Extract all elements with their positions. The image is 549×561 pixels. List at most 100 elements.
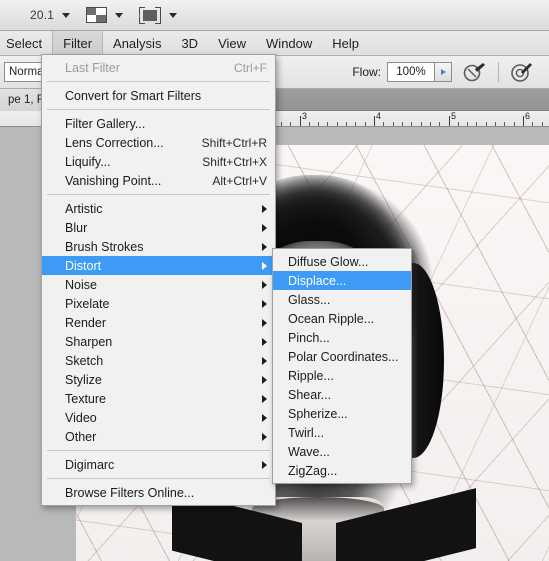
menu-separator bbox=[47, 81, 270, 82]
chevron-down-icon-screenmode[interactable] bbox=[169, 12, 178, 18]
flow-stepper-button[interactable] bbox=[435, 62, 452, 82]
menu-item-label: Filter Gallery... bbox=[65, 116, 146, 131]
ruler-tick bbox=[542, 122, 543, 126]
ruler-tick bbox=[281, 122, 282, 126]
distort-submenu-item-zigzag[interactable]: ZigZag... bbox=[273, 461, 411, 480]
ruler-tick bbox=[309, 122, 310, 126]
chevron-right-icon bbox=[262, 460, 267, 469]
menu-item-label: Pinch... bbox=[288, 330, 330, 345]
ruler-tick bbox=[355, 122, 356, 126]
pressure-target-icon[interactable] bbox=[509, 60, 535, 84]
menu-item-label: Glass... bbox=[288, 292, 331, 307]
menu-bar-item-view[interactable]: View bbox=[208, 31, 256, 55]
menu-separator bbox=[47, 109, 270, 110]
menu-item-label: Diffuse Glow... bbox=[288, 254, 369, 269]
filter-menu-item-convert-for-smart-filters[interactable]: Convert for Smart Filters bbox=[42, 86, 275, 105]
ruler-tick bbox=[318, 122, 319, 126]
filter-menu-item-digimarc[interactable]: Digimarc bbox=[42, 455, 275, 474]
filter-menu-item-video[interactable]: Video bbox=[42, 408, 275, 427]
menu-bar-item-analysis[interactable]: Analysis bbox=[103, 31, 171, 55]
toolbar-divider bbox=[498, 62, 499, 82]
menu-item-label: Distort bbox=[65, 258, 102, 273]
menu-item-label: Brush Strokes bbox=[65, 239, 144, 254]
ruler-tick bbox=[514, 122, 515, 126]
chevron-right-icon bbox=[262, 337, 267, 346]
filter-menu-item-distort[interactable]: Distort bbox=[42, 256, 275, 275]
filter-menu-item-render[interactable]: Render bbox=[42, 313, 275, 332]
filter-menu-item-artistic[interactable]: Artistic bbox=[42, 199, 275, 218]
filter-menu-item-brush-strokes[interactable]: Brush Strokes bbox=[42, 237, 275, 256]
menu-item-label: Texture bbox=[65, 391, 106, 406]
application-options-bar: 20.1 bbox=[0, 0, 549, 31]
distort-submenu-item-ripple[interactable]: Ripple... bbox=[273, 366, 411, 385]
distort-submenu-item-wave[interactable]: Wave... bbox=[273, 442, 411, 461]
menu-item-label: Shear... bbox=[288, 387, 332, 402]
flow-input[interactable]: 100% bbox=[387, 62, 435, 82]
menu-item-label: Twirl... bbox=[288, 425, 325, 440]
distort-submenu-item-shear[interactable]: Shear... bbox=[273, 385, 411, 404]
menu-item-label: Wave... bbox=[288, 444, 330, 459]
chevron-right-icon bbox=[262, 432, 267, 441]
menu-bar-item-3d[interactable]: 3D bbox=[171, 31, 208, 55]
menu-bar-item-select[interactable]: Select bbox=[0, 31, 52, 55]
zoom-level-value[interactable]: 20.1 bbox=[30, 8, 54, 22]
menu-item-label: Lens Correction... bbox=[65, 135, 164, 150]
ruler-tick bbox=[430, 122, 431, 126]
filter-menu-item-stylize[interactable]: Stylize bbox=[42, 370, 275, 389]
chevron-right-icon bbox=[262, 375, 267, 384]
menu-separator bbox=[47, 478, 270, 479]
menu-item-label: Stylize bbox=[65, 372, 102, 387]
chevron-right-icon bbox=[262, 242, 267, 251]
menu-bar-item-help[interactable]: Help bbox=[322, 31, 369, 55]
filter-menu-item-noise[interactable]: Noise bbox=[42, 275, 275, 294]
chevron-down-icon-layout[interactable] bbox=[115, 12, 124, 18]
menu-item-shortcut: Ctrl+F bbox=[234, 60, 267, 75]
screen-mode-button[interactable] bbox=[139, 6, 178, 24]
filter-menu-item-liquify[interactable]: Liquify... Shift+Ctrl+X bbox=[42, 152, 275, 171]
filter-menu-item-vanishing-point[interactable]: Vanishing Point... Alt+Ctrl+V bbox=[42, 171, 275, 190]
screen-layout-button[interactable] bbox=[86, 7, 124, 23]
distort-submenu-item-twirl[interactable]: Twirl... bbox=[273, 423, 411, 442]
distort-submenu-item-diffuse-glow[interactable]: Diffuse Glow... bbox=[273, 252, 411, 271]
menu-item-label: Ocean Ripple... bbox=[288, 311, 375, 326]
ruler-tick bbox=[523, 116, 524, 126]
filter-menu-item-blur[interactable]: Blur bbox=[42, 218, 275, 237]
distort-submenu-item-glass[interactable]: Glass... bbox=[273, 290, 411, 309]
menu-bar-item-window[interactable]: Window bbox=[256, 31, 322, 55]
ruler-tick bbox=[411, 122, 412, 126]
distort-submenu-item-spherize[interactable]: Spherize... bbox=[273, 404, 411, 423]
airbrush-icon[interactable] bbox=[462, 60, 488, 84]
distort-submenu-item-ocean-ripple[interactable]: Ocean Ripple... bbox=[273, 309, 411, 328]
distort-submenu-item-pinch[interactable]: Pinch... bbox=[273, 328, 411, 347]
menu-item-label: Vanishing Point... bbox=[65, 173, 162, 188]
filter-menu-item-texture[interactable]: Texture bbox=[42, 389, 275, 408]
ruler-tick bbox=[327, 122, 328, 126]
ruler-tick bbox=[337, 122, 338, 126]
ruler-tick bbox=[476, 122, 477, 126]
distort-submenu-item-displace[interactable]: Displace... bbox=[273, 271, 411, 290]
ruler-tick bbox=[421, 122, 422, 126]
filter-menu-item-pixelate[interactable]: Pixelate bbox=[42, 294, 275, 313]
chevron-down-icon-zoom[interactable] bbox=[62, 12, 71, 18]
menu-bar: Select Filter Analysis 3D View Window Help bbox=[0, 31, 549, 56]
menu-bar-item-filter[interactable]: Filter bbox=[52, 31, 104, 55]
filter-menu-item-filter-gallery[interactable]: Filter Gallery... bbox=[42, 114, 275, 133]
menu-item-label: Displace... bbox=[288, 273, 347, 288]
distort-submenu-item-polar-coordinates[interactable]: Polar Coordinates... bbox=[273, 347, 411, 366]
menu-item-shortcut: Shift+Ctrl+X bbox=[202, 154, 267, 169]
menu-item-label: Pixelate bbox=[65, 296, 110, 311]
filter-menu-item-browse-filters-online[interactable]: Browse Filters Online... bbox=[42, 483, 275, 502]
filter-menu-item-last-filter: Last Filter Ctrl+F bbox=[42, 58, 275, 77]
ruler-tick bbox=[458, 122, 459, 126]
filter-menu-item-other[interactable]: Other bbox=[42, 427, 275, 446]
menu-item-shortcut: Shift+Ctrl+R bbox=[201, 135, 267, 150]
menu-item-label: Last Filter bbox=[65, 60, 120, 75]
ruler-tick bbox=[504, 122, 505, 126]
ruler-tick bbox=[402, 122, 403, 126]
filter-menu-item-sharpen[interactable]: Sharpen bbox=[42, 332, 275, 351]
ruler-tick bbox=[393, 122, 394, 126]
chevron-right-icon bbox=[262, 280, 267, 289]
filter-menu-item-sketch[interactable]: Sketch bbox=[42, 351, 275, 370]
filter-menu-item-lens-correction[interactable]: Lens Correction... Shift+Ctrl+R bbox=[42, 133, 275, 152]
ruler-tick bbox=[486, 122, 487, 126]
